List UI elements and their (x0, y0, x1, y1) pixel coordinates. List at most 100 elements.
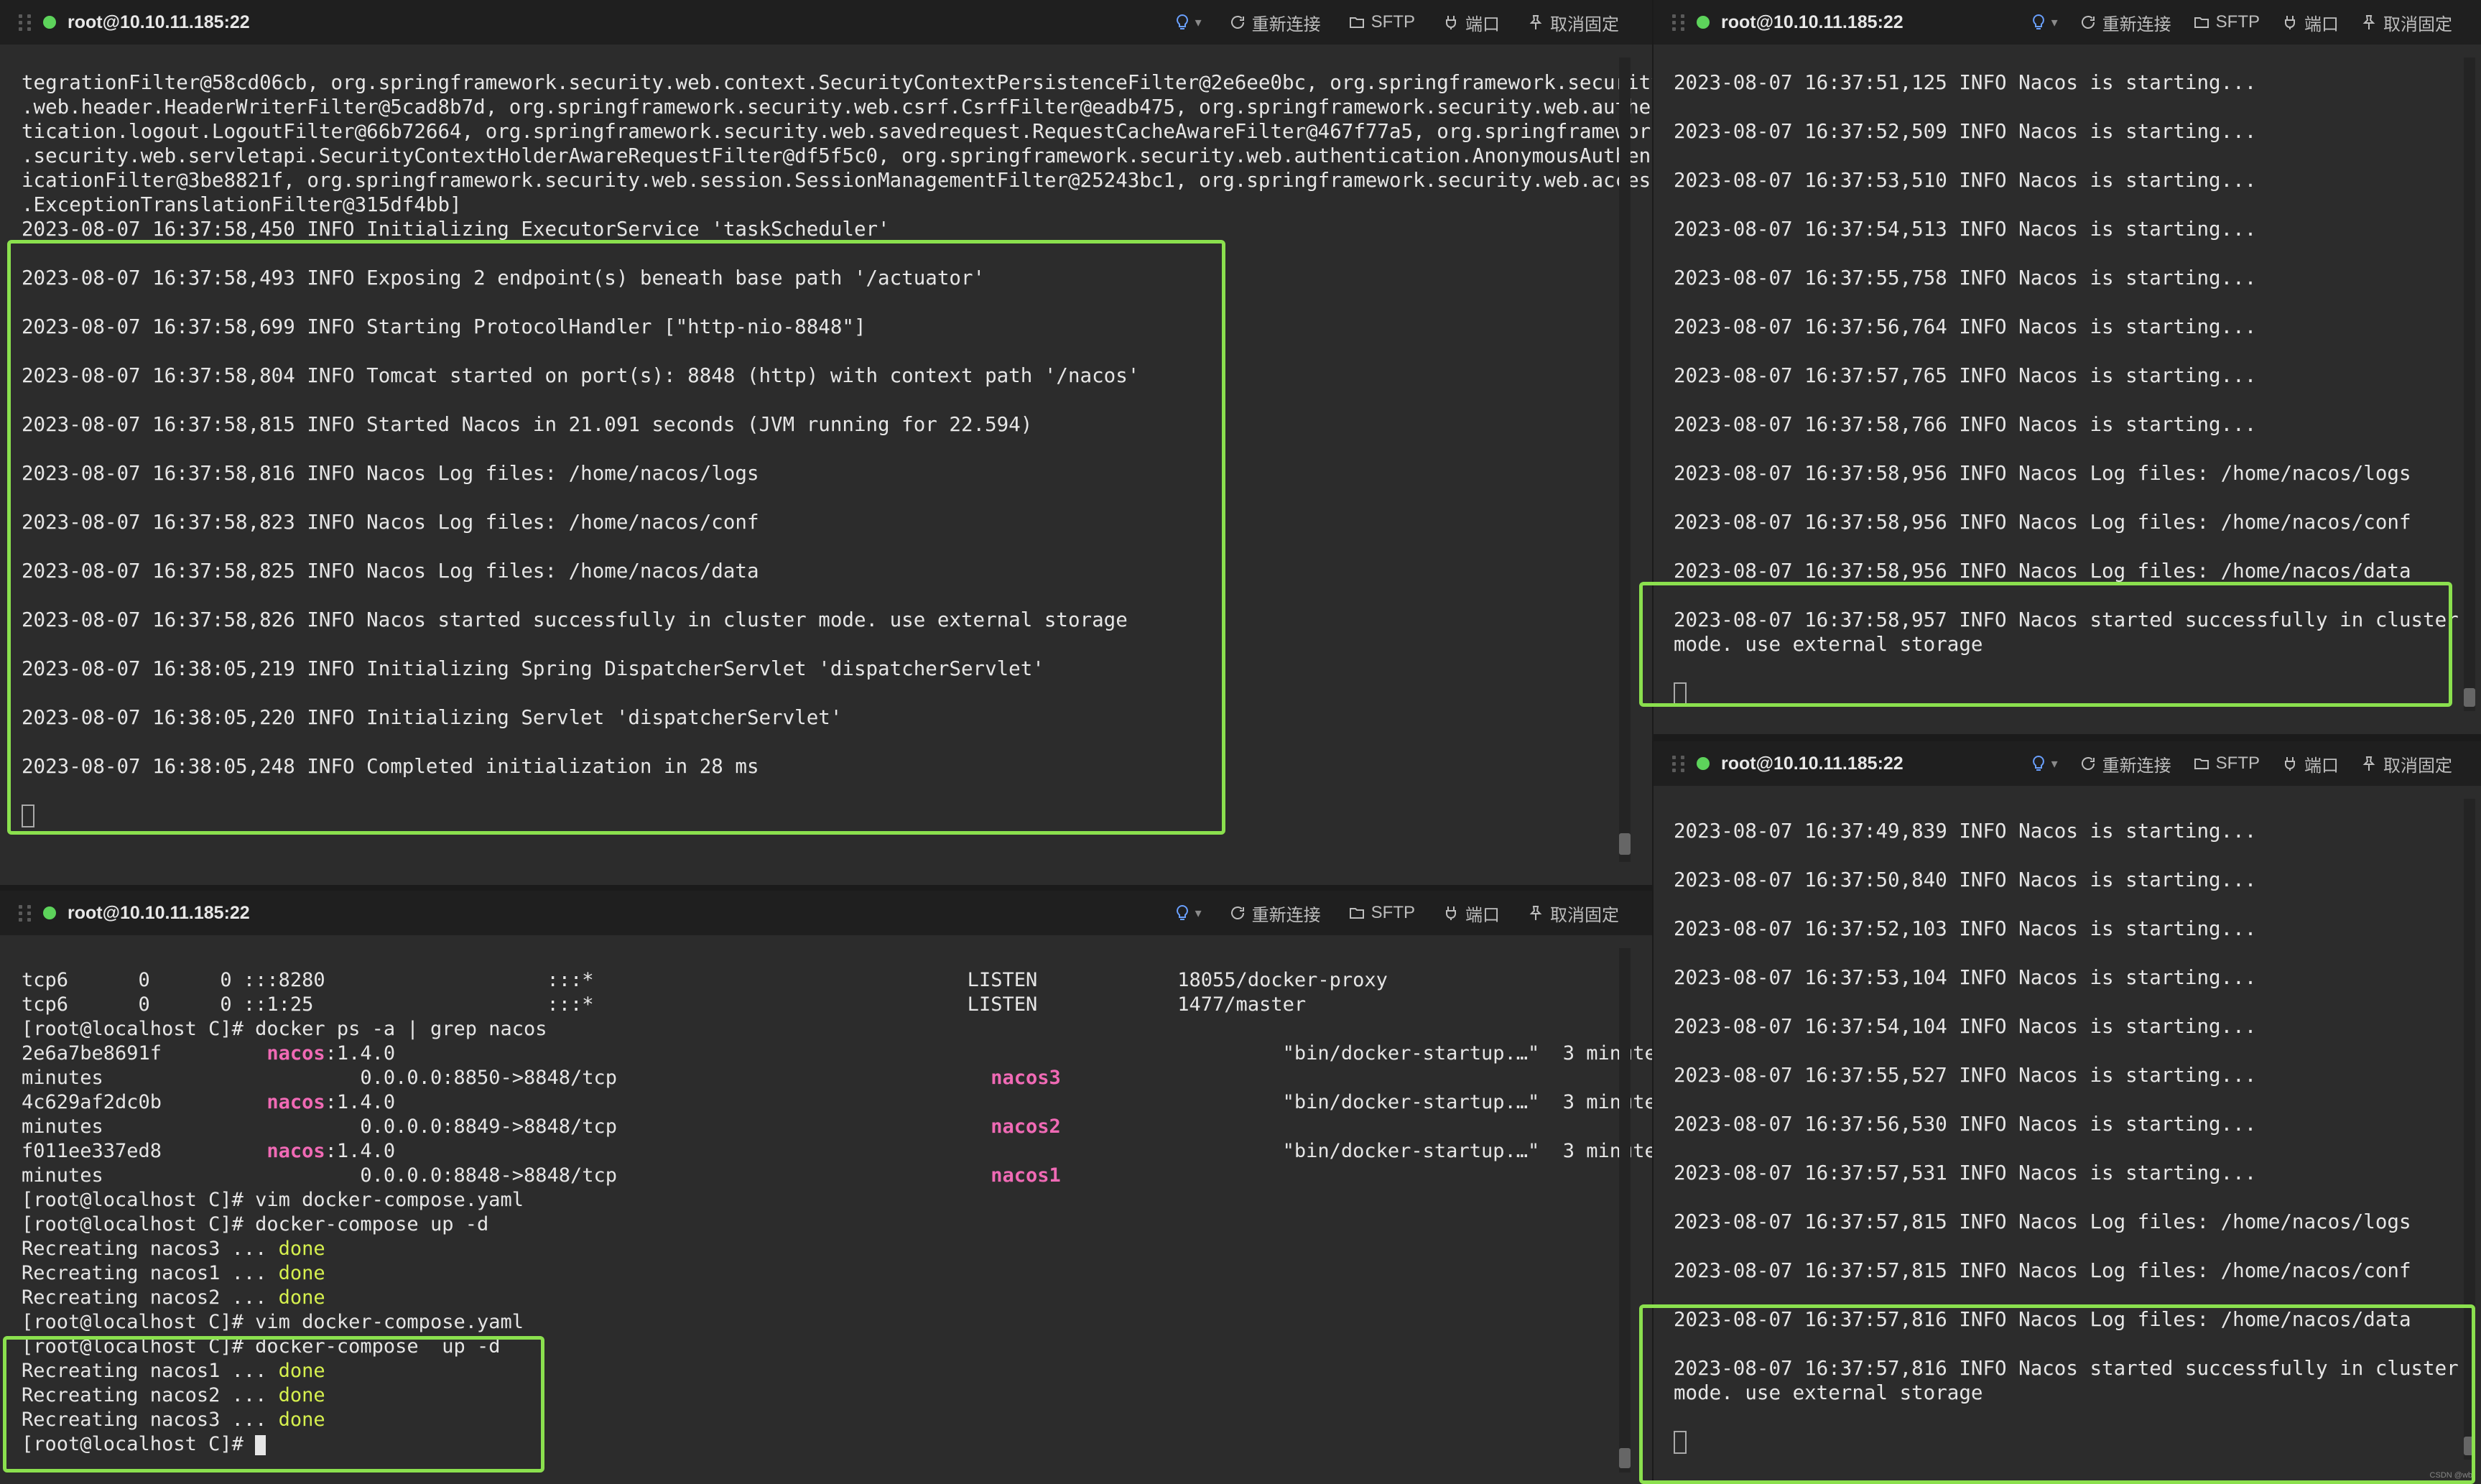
reconnect-button[interactable]: 重新连接 (2079, 10, 2171, 35)
terminal-line: 2023-08-07 16:37:55,527 INFO Nacos is st… (1674, 1064, 2257, 1087)
terminal-text: [root@localhost C]# docker ps -a | grep … (22, 1018, 547, 1040)
highlight-dropdown[interactable]: ▾ (2030, 755, 2058, 772)
terminal-text: :1.4.0 (325, 1140, 1283, 1162)
scrollbar-thumb[interactable] (2464, 688, 2475, 707)
terminal-line: 2023-08-07 16:38:05,219 INFO Initializin… (22, 657, 1044, 680)
unpin-button[interactable]: 取消固定 (1527, 901, 1619, 926)
plug-icon (1446, 16, 1456, 29)
drag-handle-icon[interactable] (1672, 754, 1687, 773)
unpin-button[interactable]: 取消固定 (2360, 751, 2452, 776)
terminal-line: 2023-08-07 16:37:56,530 INFO Nacos is st… (1674, 1113, 2257, 1136)
port-label: 端口 (2304, 14, 2339, 34)
terminal-output[interactable]: 2023-08-07 16:37:49,839 INFO Nacos is st… (1674, 819, 2459, 1454)
drag-handle-icon[interactable] (1672, 13, 1687, 32)
scrollbar[interactable] (1619, 57, 1631, 862)
sftp-button[interactable]: SFTP (2193, 12, 2260, 32)
port-label: 端口 (2304, 756, 2339, 776)
chevron-down-icon: ▾ (1195, 14, 1202, 29)
terminal-line: [root@localhost C]# (22, 1432, 1616, 1457)
refresh-icon (2081, 16, 2095, 29)
terminal-line: 2023-08-07 16:37:58,450 INFO Initializin… (22, 218, 890, 241)
pane-toolbar: ▾ 重新连接 SFTP 端口 取消固定 (2030, 10, 2452, 35)
unpin-button[interactable]: 取消固定 (1527, 10, 1619, 35)
text-cursor (22, 804, 34, 827)
highlight-dropdown[interactable]: ▾ (1174, 14, 1202, 31)
terminal-line: .ExceptionTranslationFilter@315df4bb] (22, 193, 462, 216)
terminal-line: 2023-08-07 16:37:58,826 INFO Nacos start… (22, 608, 1128, 631)
reconnect-button[interactable]: 重新连接 (1229, 10, 1321, 35)
terminal-text: tcp6 0 0 ::1:25 :::* LISTEN 1477/master (22, 993, 1307, 1016)
port-button[interactable]: 端口 (2281, 751, 2339, 776)
terminal-line: tication.logout.LogoutFilter@66b72664, o… (22, 120, 1652, 143)
sftp-button[interactable]: SFTP (1348, 12, 1415, 32)
pane-toolbar: ▾ 重新连接 SFTP 端口 取消固定 (1174, 901, 1619, 926)
scrollbar-thumb[interactable] (2464, 1437, 2475, 1455)
scrollbar-thumb[interactable] (1619, 833, 1631, 855)
sftp-button[interactable]: SFTP (2193, 753, 2260, 774)
pin-icon (1529, 906, 1542, 920)
drag-handle-icon[interactable] (19, 13, 33, 32)
terminal-text: minutes 0.0.0.0:8849->8848/tcp (22, 1116, 991, 1138)
text-cursor (1674, 682, 1687, 705)
port-button[interactable]: 端口 (2281, 10, 2339, 35)
port-label: 端口 (1465, 14, 1500, 34)
terminal-line: 2023-08-07 16:37:50,840 INFO Nacos is st… (1674, 868, 2257, 891)
terminal-line: Recreating nacos3 ... done (22, 1408, 1616, 1432)
reconnect-label: 重新连接 (1251, 905, 1321, 925)
folder-icon (2194, 759, 2209, 769)
port-button[interactable]: 端口 (1442, 901, 1500, 926)
terminal-output[interactable]: tcp6 0 0 :::8280 :::* LISTEN 18055/docke… (22, 968, 1652, 1457)
highlight-dropdown[interactable]: ▾ (1174, 904, 1202, 922)
sftp-button[interactable]: SFTP (1348, 903, 1415, 923)
container-row-cont: minutes 0.0.0.0:8850->8848/tcp nacos3 (22, 1066, 1616, 1090)
terminal-line: 2023-08-07 16:37:53,104 INFO Nacos is st… (1674, 966, 2257, 989)
unpin-button[interactable]: 取消固定 (2360, 10, 2452, 35)
terminal-text: 4c629af2dc0b (22, 1091, 267, 1113)
terminal-output[interactable]: tegrationFilter@58cd06cb, org.springfram… (22, 70, 1652, 827)
pin-icon (2362, 15, 2375, 29)
reconnect-button[interactable]: 重新连接 (2079, 751, 2171, 776)
terminal-line: [root@localhost C]# vim docker-compose.y… (22, 1188, 1616, 1212)
pane-header: root@10.10.11.185:22 ▾ 重新连接 SFTP 端口 取消固定 (0, 0, 1652, 45)
terminal-text: "bin/docker-startup.…" 3 minutes ago Up … (1282, 1042, 1652, 1065)
terminal-pane-top-left: root@10.10.11.185:22 ▾ 重新连接 SFTP 端口 取消固定 (0, 0, 1652, 885)
unpin-label: 取消固定 (2383, 14, 2452, 34)
netstat-row: tcp6 0 0 ::1:25 :::* LISTEN 1477/master (22, 993, 1616, 1017)
drag-handle-icon[interactable] (19, 904, 33, 922)
reconnect-button[interactable]: 重新连接 (1229, 901, 1321, 926)
terminal-cursor-line (1674, 1429, 2445, 1454)
terminal-text: [root@localhost C]# vim docker-compose.y… (22, 1311, 524, 1333)
pane-header: root@10.10.11.185:22 ▾ 重新连接 SFTP 端口 取消固定 (1654, 0, 2481, 45)
terminal-text: minutes 0.0.0.0:8848->8848/tcp (22, 1164, 991, 1187)
terminal-output[interactable]: 2023-08-07 16:37:51,125 INFO Nacos is st… (1674, 70, 2459, 705)
terminal-text: Recreating nacos1 ... (22, 1262, 279, 1284)
terminal-line: icationFilter@3be8821f, org.springframew… (22, 169, 1652, 192)
scrollbar[interactable] (1619, 948, 1631, 1473)
scrollbar-thumb[interactable] (1619, 1448, 1631, 1468)
pane-toolbar: ▾ 重新连接 SFTP 端口 取消固定 (2030, 751, 2452, 776)
terminal-text: [root@localhost C]# vim docker-compose.y… (22, 1189, 524, 1211)
scrollbar[interactable] (2464, 799, 2475, 1460)
terminal-text: Recreating nacos3 ... (22, 1409, 279, 1431)
port-label: 端口 (1465, 905, 1500, 925)
terminal-line: 2023-08-07 16:37:52,509 INFO Nacos is st… (1674, 120, 2257, 143)
sftp-label: SFTP (2215, 12, 2260, 32)
terminal-line: 2023-08-07 16:37:54,104 INFO Nacos is st… (1674, 1015, 2257, 1038)
container-row: f011ee337ed8 nacos:1.4.0 "bin/docker-sta… (22, 1139, 1652, 1164)
highlight-dropdown[interactable]: ▾ (2030, 14, 2058, 31)
container-name: nacos1 (991, 1164, 1061, 1187)
port-button[interactable]: 端口 (1442, 10, 1500, 35)
terminal-line: 2023-08-07 16:37:57,816 INFO Nacos start… (1674, 1357, 2459, 1380)
scrollbar[interactable] (2464, 57, 2475, 711)
